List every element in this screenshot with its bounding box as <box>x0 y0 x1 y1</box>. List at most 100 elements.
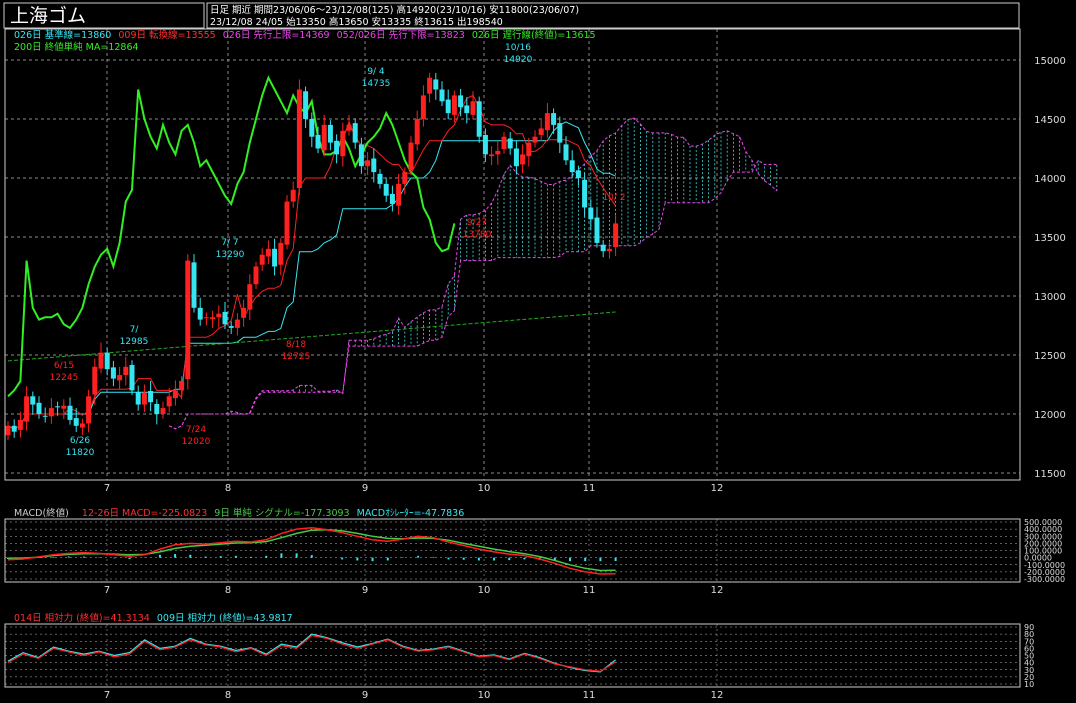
candle-body <box>433 79 439 90</box>
panel-x-tick-label: 11 <box>583 585 596 596</box>
annotation-price: 13780 <box>463 230 492 240</box>
candle-body <box>569 160 575 173</box>
panel-x-tick-label: 12 <box>711 585 724 596</box>
panel-x-tick-label: 12 <box>711 690 724 701</box>
candle-body <box>104 352 110 370</box>
candle-body <box>563 144 569 161</box>
candle-body <box>544 113 550 131</box>
candle-body <box>321 124 327 151</box>
legend-ma200: 200日 終値単純 MA=12864 <box>14 41 139 53</box>
candle-body <box>526 142 532 157</box>
rsi-legend-9: 009日 相対力 (終値)=43.9817 <box>157 612 293 624</box>
candle-body <box>327 124 333 143</box>
annotation-price: 14920 <box>504 55 533 65</box>
panel-x-tick-label: 7 <box>104 690 110 701</box>
rsi-legend-14: 014日 相対力 (終値)=41.3134 <box>14 612 150 624</box>
candle-body <box>216 313 222 318</box>
candle-body <box>259 254 265 265</box>
candle-body <box>67 405 73 420</box>
candle-body <box>383 183 389 196</box>
annotation-date: 10/ 2 <box>602 193 625 203</box>
candle-body <box>606 248 612 252</box>
candle-body <box>284 201 290 245</box>
candle-body <box>458 95 464 108</box>
macd-legend-osc: MACDｵｼﾚｰﾀｰ=-47.7836 <box>357 508 465 519</box>
annotation-price: 12985 <box>120 337 149 347</box>
candle-body <box>278 242 284 265</box>
candle-body <box>247 284 253 310</box>
candle-body <box>148 390 154 403</box>
candle-body <box>73 418 79 426</box>
candle-body <box>427 77 433 94</box>
candle-body <box>55 406 61 408</box>
annotation-date: 9/27 <box>467 218 487 228</box>
candle-body <box>489 154 495 157</box>
annotation-price: 13290 <box>216 250 245 260</box>
candle-body <box>42 415 48 417</box>
legend-kijun: 026日 基準線=13860 <box>14 29 111 41</box>
panel-y-tick-label: -300.0000 <box>1024 575 1065 584</box>
candle-body <box>464 105 470 114</box>
legend-chikou: 026日 遅行線(終値)=13615 <box>472 29 596 41</box>
annotation-date: 6/15 <box>54 361 74 371</box>
candle-body <box>532 136 538 143</box>
y-tick-label: 11500 <box>1034 469 1066 480</box>
candle-body <box>222 311 228 325</box>
candle-body <box>334 140 340 155</box>
legend-tenkan: 009日 転換線=13555 <box>118 29 215 41</box>
candle-body <box>123 366 129 376</box>
candle-body <box>203 317 209 319</box>
y-tick-label: 12500 <box>1034 351 1066 362</box>
panel-x-tick-label: 11 <box>583 690 596 701</box>
candle-body <box>61 405 67 409</box>
candle-body <box>241 307 247 318</box>
candle-body <box>17 419 23 430</box>
candle-body <box>582 179 588 208</box>
panel-x-tick-label: 8 <box>225 585 231 596</box>
candle-body <box>482 134 488 155</box>
legend-line-1: 026日 基準線=13860 009日 転換線=13555 026日 先行上限=… <box>14 29 596 41</box>
candle-body <box>495 150 501 155</box>
panel-x-tick-label: 9 <box>362 585 368 596</box>
candle-body <box>408 142 414 171</box>
candle-body <box>141 392 147 405</box>
candle-body <box>253 266 259 285</box>
x-tick-label: 10 <box>478 483 491 494</box>
candle-body <box>594 217 600 243</box>
candle-body <box>365 160 371 167</box>
x-tick-label: 9 <box>362 483 368 494</box>
annotation-date: 7/ 7 <box>221 238 238 248</box>
panel-x-tick-label: 10 <box>478 690 491 701</box>
macd-legend-signal: 9日 単純 シグナル=-177.3093 <box>214 507 349 519</box>
candle-body <box>191 262 197 308</box>
candle-body <box>290 189 296 202</box>
panel-y-tick-label: 10 <box>1024 680 1034 689</box>
candle-body <box>371 158 377 173</box>
candle-body <box>129 365 135 391</box>
candle-body <box>179 380 185 391</box>
macd-legend: MACD(終値) 12-26日 MACD=-225.0823 9日 単純 シグナ… <box>14 507 464 519</box>
candle-body <box>551 113 557 125</box>
candle-body <box>135 392 141 405</box>
candle-body <box>117 375 123 381</box>
annotation-date: 10/16 <box>505 43 531 53</box>
candle-body <box>420 95 426 119</box>
candle-body <box>154 403 160 414</box>
candle-body <box>30 396 36 405</box>
candle-body <box>445 99 451 114</box>
y-tick-label: 14000 <box>1034 174 1066 185</box>
legend-senkou-b: 052/026日 先行下限=13823 <box>337 29 465 41</box>
header-row-2: 23/12/08 24/05 始13350 高13650 安13335 終136… <box>210 16 503 28</box>
panel-x-tick-label: 8 <box>225 690 231 701</box>
candle-body <box>358 144 364 167</box>
annotation-date: 9/ 4 <box>367 67 385 77</box>
candle-body <box>389 193 395 204</box>
candle-body <box>11 425 17 432</box>
candle-body <box>265 248 271 257</box>
x-tick-label: 11 <box>583 483 596 494</box>
y-tick-label: 13500 <box>1034 233 1066 244</box>
chart-background <box>0 0 1076 703</box>
y-tick-label: 13000 <box>1034 292 1066 303</box>
candle-body <box>315 134 321 149</box>
candle-body <box>86 396 92 424</box>
